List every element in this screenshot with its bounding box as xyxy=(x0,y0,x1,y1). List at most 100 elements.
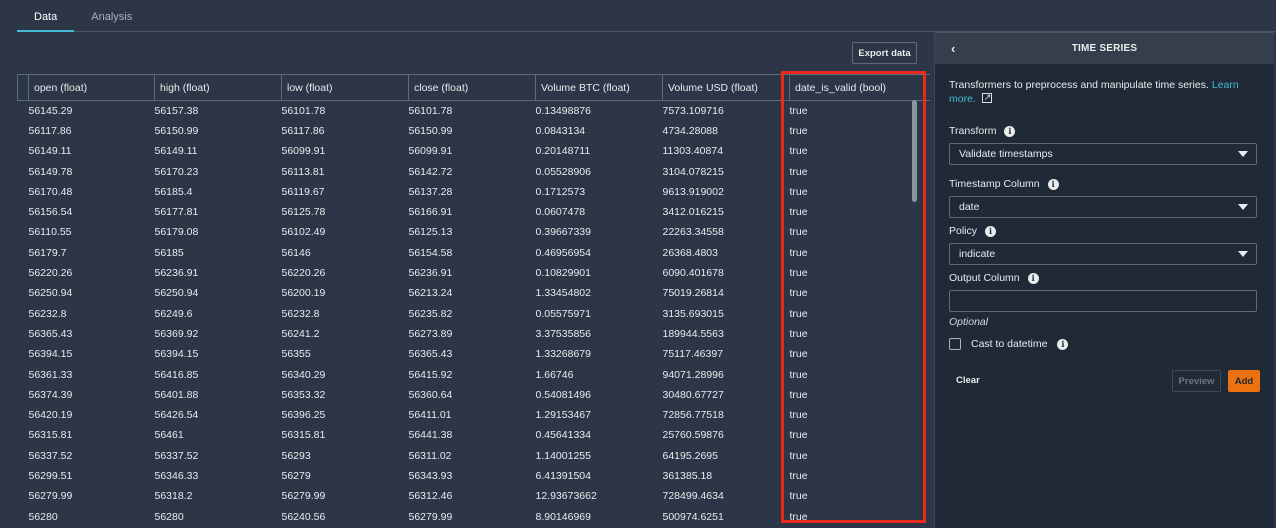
cell-close: 56166.91 xyxy=(408,206,453,219)
cell-high: 56236.91 xyxy=(154,267,199,280)
cell-high: 56337.52 xyxy=(154,449,199,462)
output-column-hint: Optional xyxy=(949,316,989,328)
cast-to-datetime-checkbox[interactable] xyxy=(949,338,961,350)
cell-volume-btc: 3.37535856 xyxy=(535,327,591,340)
table-row[interactable]: 56315.81 56461 56315.81 56441.38 0.45641334 2… xyxy=(18,425,930,445)
table-row[interactable]: 56145.29 56157.38 56101.78 56101.78 0.134988… xyxy=(18,101,930,121)
cell-date-is-valid: true xyxy=(789,429,808,442)
row-stub xyxy=(18,466,29,486)
cast-to-datetime-label[interactable]: Cast to datetime xyxy=(971,338,1047,350)
table-row[interactable]: 56220.26 56236.91 56220.26 56236.91 0.108299… xyxy=(18,263,930,283)
row-stub xyxy=(18,405,29,425)
column-header-volume-btc[interactable]: Volume BTC (float) xyxy=(535,74,663,101)
cell-open: 56156.54 xyxy=(28,206,73,219)
timestamp-column-select[interactable]: date xyxy=(949,196,1257,218)
cell-low: 56279 xyxy=(281,469,311,482)
cell-close: 56236.91 xyxy=(408,267,453,280)
table-row[interactable]: 56280 56280 56240.56 56279.99 8.90146969 5009… xyxy=(18,506,930,526)
cell-close: 56365.43 xyxy=(408,348,453,361)
panel-actions: Clear Preview Add xyxy=(949,370,1260,392)
column-header-high[interactable]: high (float) xyxy=(154,74,282,101)
cell-volume-btc: 0.05575971 xyxy=(535,307,591,320)
column-header-low[interactable]: low (float) xyxy=(281,74,409,101)
table-row[interactable]: 56374.39 56401.88 56353.32 56360.64 0.540814… xyxy=(18,385,930,405)
cell-date-is-valid: true xyxy=(789,348,808,361)
cell-low: 56232.8 xyxy=(281,307,320,320)
cell-date-is-valid: true xyxy=(789,165,808,178)
info-icon[interactable]: i xyxy=(1004,125,1016,137)
cell-close: 56311.02 xyxy=(408,449,452,462)
cell-low: 56279.99 xyxy=(281,490,326,503)
cell-low: 56315.81 xyxy=(281,429,326,442)
table-row[interactable]: 56337.52 56337.52 56293 56311.02 1.14001255 6… xyxy=(18,446,930,466)
cell-volume-usd: 7573.109716 xyxy=(662,104,724,117)
info-icon[interactable]: i xyxy=(985,225,997,237)
cell-volume-usd: 361385.18 xyxy=(662,469,713,482)
info-icon[interactable]: i xyxy=(1057,338,1069,350)
column-header-close[interactable]: close (float) xyxy=(408,74,536,101)
cell-low: 56125.78 xyxy=(281,206,326,219)
row-stub-header xyxy=(17,74,29,101)
cell-close: 56213.24 xyxy=(408,287,453,300)
table-row[interactable]: 56117.86 56150.99 56117.86 56150.99 0.084313… xyxy=(18,121,930,141)
cell-close: 56235.82 xyxy=(408,307,453,320)
row-stub xyxy=(18,385,29,405)
export-data-button[interactable]: Export data xyxy=(852,42,917,64)
transform-select[interactable]: Validate timestamps xyxy=(949,143,1257,165)
cell-close: 56125.13 xyxy=(408,226,453,239)
cell-volume-usd: 30480.67727 xyxy=(662,388,724,401)
tab-data[interactable]: Data xyxy=(17,11,75,32)
cell-open: 56374.39 xyxy=(28,388,73,401)
cell-close: 56441.38 xyxy=(408,429,453,442)
table-row[interactable]: 56279.99 56318.2 56279.99 56312.46 12.936736… xyxy=(18,486,930,506)
chevron-left-icon[interactable]: ‹ xyxy=(951,41,955,56)
table-row[interactable]: 56149.78 56170.23 56113.81 56142.72 0.055289… xyxy=(18,161,930,181)
cell-date-is-valid: true xyxy=(789,409,808,422)
table-header-row: open (float) high (float) low (float) cl… xyxy=(17,74,930,101)
info-icon[interactable]: i xyxy=(1027,272,1039,284)
cell-open: 56250.94 xyxy=(28,287,73,300)
cell-close: 56360.64 xyxy=(408,388,453,401)
add-button[interactable]: Add xyxy=(1228,370,1260,392)
output-column-input[interactable] xyxy=(949,290,1257,312)
table-row[interactable]: 56110.55 56179.08 56102.49 56125.13 0.396673… xyxy=(18,222,930,242)
cell-date-is-valid: true xyxy=(789,246,808,259)
external-link-icon xyxy=(981,90,992,104)
cell-open: 56279.99 xyxy=(28,490,73,503)
table-row[interactable]: 56394.15 56394.15 56355 56365.43 1.33268679 7… xyxy=(18,344,930,364)
table-row[interactable]: 56149.11 56149.11 56099.91 56099.91 0.201487… xyxy=(18,141,930,161)
info-icon[interactable]: i xyxy=(1047,178,1059,190)
table-row[interactable]: 56170.48 56185.4 56119.67 56137.28 0.1712573… xyxy=(18,182,930,202)
table-row[interactable]: 56179.7 56185 56146 56154.58 0.46956954 26368… xyxy=(18,243,930,263)
column-header-date-is-valid[interactable]: date_is_valid (bool) xyxy=(789,74,930,101)
table-row[interactable]: 56361.33 56416.85 56340.29 56415.92 1.66746 9… xyxy=(18,364,930,384)
table-row[interactable]: 56156.54 56177.81 56125.78 56166.91 0.060747… xyxy=(18,202,930,222)
data-table: open (float) high (float) low (float) cl… xyxy=(17,74,930,527)
tab-analysis[interactable]: Analysis xyxy=(74,11,149,31)
panel-body: Transformers to preprocess and manipulat… xyxy=(935,64,1274,350)
table-row[interactable]: 56232.8 56249.6 56232.8 56235.82 0.05575971 3… xyxy=(18,303,930,323)
column-header-open[interactable]: open (float) xyxy=(28,74,155,101)
cell-open: 56149.11 xyxy=(28,145,72,158)
table-scrollbar[interactable] xyxy=(912,100,917,202)
table-row[interactable]: 56365.43 56369.92 56241.2 56273.89 3.3753585… xyxy=(18,324,930,344)
clear-button[interactable]: Clear xyxy=(956,375,980,386)
policy-select[interactable]: indicate xyxy=(949,243,1257,265)
cell-volume-btc: 0.1712573 xyxy=(535,185,586,198)
preview-button[interactable]: Preview xyxy=(1172,370,1221,392)
row-stub xyxy=(18,364,29,384)
table-row[interactable]: 56420.19 56426.54 56396.25 56411.01 1.291534… xyxy=(18,405,930,425)
table-body: 56145.29 56157.38 56101.78 56101.78 0.134988… xyxy=(18,101,930,527)
cell-date-is-valid: true xyxy=(789,449,808,462)
cell-open: 56220.26 xyxy=(28,267,73,280)
table-row[interactable]: 56250.94 56250.94 56200.19 56213.24 1.334548… xyxy=(18,283,930,303)
table-row[interactable]: 56299.51 56346.33 56279 56343.93 6.41391504 3… xyxy=(18,466,930,486)
cell-low: 56353.32 xyxy=(281,388,326,401)
cell-volume-btc: 1.14001255 xyxy=(535,449,591,462)
cell-volume-btc: 0.46956954 xyxy=(535,246,591,259)
cell-date-is-valid: true xyxy=(789,267,808,280)
cell-volume-usd: 26368.4803 xyxy=(662,246,718,259)
column-header-volume-usd[interactable]: Volume USD (float) xyxy=(662,74,790,101)
cell-date-is-valid: true xyxy=(789,287,808,300)
cell-high: 56401.88 xyxy=(154,388,199,401)
